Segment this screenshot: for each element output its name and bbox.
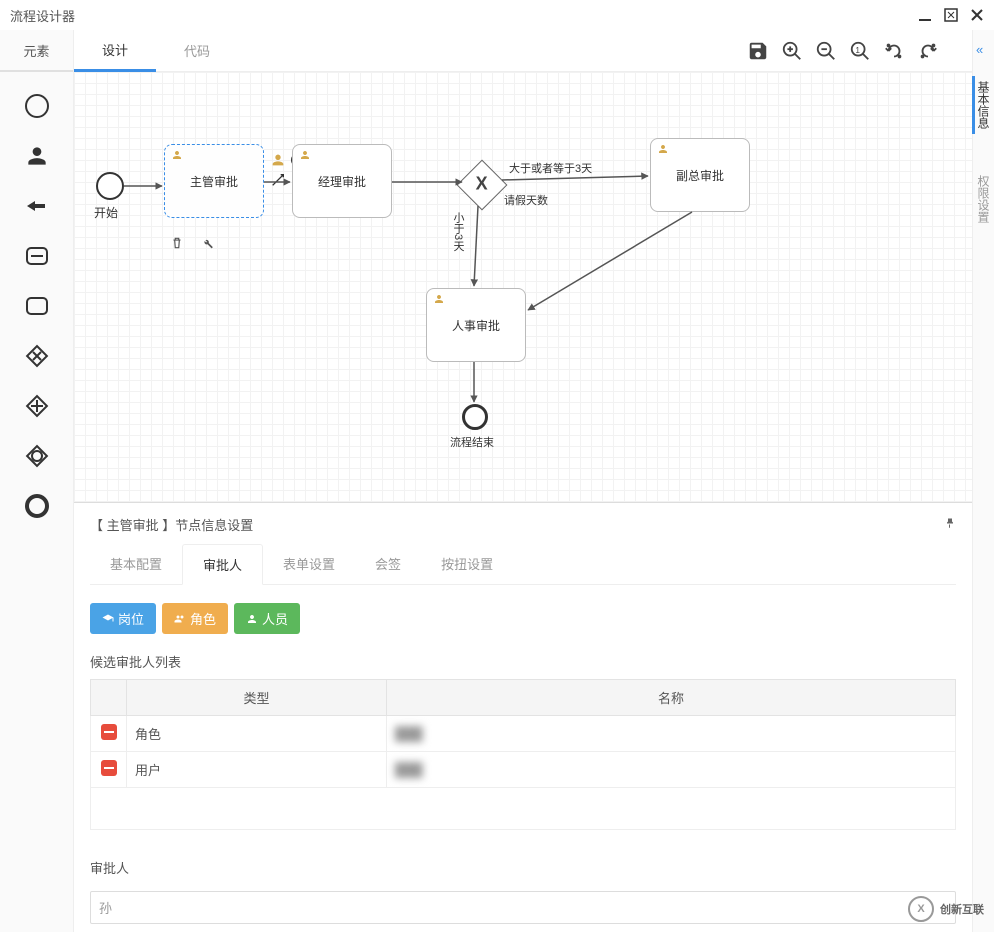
collapse-rail-icon[interactable]: « xyxy=(976,42,983,57)
btn-label: 岗位 xyxy=(118,609,144,628)
palette-inclusive-gateway-icon[interactable] xyxy=(23,442,51,470)
btn-label: 角色 xyxy=(190,609,216,628)
palette-parallel-gateway-icon[interactable] xyxy=(23,392,51,420)
palette-start-event-icon[interactable] xyxy=(23,92,51,120)
approver-label: 审批人 xyxy=(90,858,956,877)
palette-header: 元素 xyxy=(0,30,73,72)
palette-end-event-icon[interactable] xyxy=(23,492,51,520)
zoom-out-icon[interactable] xyxy=(812,37,840,65)
palette-exclusive-gateway-icon[interactable] xyxy=(23,342,51,370)
delete-row-icon[interactable] xyxy=(101,760,117,776)
palette-task-collapsed-icon[interactable] xyxy=(23,242,51,270)
col-type: 类型 xyxy=(127,680,387,716)
zoom-in-icon[interactable] xyxy=(778,37,806,65)
tab-basic-config[interactable]: 基本配置 xyxy=(90,544,182,584)
table-row xyxy=(91,788,956,830)
table-row: 用户 ███ xyxy=(91,752,956,788)
add-person-button[interactable]: 人员 xyxy=(234,603,300,634)
tab-countersign[interactable]: 会签 xyxy=(355,544,421,584)
watermark: X 创新互联 xyxy=(908,896,984,922)
candidate-table: 类型 名称 角色 ███ 用户 ███ xyxy=(90,679,956,830)
tab-form-config[interactable]: 表单设置 xyxy=(263,544,355,584)
delete-row-icon[interactable] xyxy=(101,724,117,740)
left-palette: 元素 xyxy=(0,30,74,932)
rail-tab-basic-info[interactable]: 基本信息 xyxy=(972,76,992,134)
window-title: 流程设计器 xyxy=(10,6,918,25)
minimize-icon[interactable] xyxy=(918,8,932,22)
maximize-icon[interactable] xyxy=(944,8,958,22)
tab-design[interactable]: 设计 xyxy=(74,30,156,72)
approver-input[interactable] xyxy=(90,891,956,924)
watermark-logo-icon: X xyxy=(908,896,934,922)
right-rail: « 基本信息 权限设置 xyxy=(972,30,994,932)
svg-text:1: 1 xyxy=(855,45,860,54)
save-icon[interactable] xyxy=(744,37,772,65)
zoom-reset-icon[interactable]: 1 xyxy=(846,37,874,65)
watermark-brand: 创新互联 xyxy=(940,901,984,917)
users-icon xyxy=(174,613,186,625)
tab-button-config[interactable]: 按扭设置 xyxy=(421,544,513,584)
graduation-cap-icon xyxy=(102,613,114,625)
add-role-button[interactable]: 角色 xyxy=(162,603,228,634)
row-name: ███ xyxy=(395,726,423,741)
row-type: 用户 xyxy=(127,752,387,788)
row-name: ███ xyxy=(395,762,423,777)
top-tabs-row: 设计 代码 1 xyxy=(74,30,972,72)
tab-approver[interactable]: 审批人 xyxy=(182,544,263,585)
titlebar: 流程设计器 xyxy=(0,0,994,30)
tab-code[interactable]: 代码 xyxy=(156,30,238,72)
row-type: 角色 xyxy=(127,716,387,752)
col-name: 名称 xyxy=(387,680,956,716)
bpmn-canvas[interactable]: 开始 主管审批 xyxy=(74,72,972,502)
palette-manual-task-icon[interactable] xyxy=(23,192,51,220)
add-post-button[interactable]: 岗位 xyxy=(90,603,156,634)
person-icon xyxy=(246,613,258,625)
palette-task-icon[interactable] xyxy=(23,292,51,320)
rail-tab-permission[interactable]: 权限设置 xyxy=(975,170,992,228)
close-icon[interactable] xyxy=(970,8,984,22)
bottom-panel: 【 主管审批 】节点信息设置 基本配置 审批人 表单设置 会签 按扭设置 岗位 xyxy=(74,502,972,932)
pin-icon[interactable] xyxy=(944,517,956,532)
redo-icon[interactable] xyxy=(914,37,942,65)
sequence-flows xyxy=(74,72,972,502)
candidate-list-label: 候选审批人列表 xyxy=(90,652,956,671)
btn-label: 人员 xyxy=(262,609,288,628)
table-row: 角色 ███ xyxy=(91,716,956,752)
panel-title: 【 主管审批 】节点信息设置 xyxy=(90,515,253,534)
undo-icon[interactable] xyxy=(880,37,908,65)
palette-user-task-icon[interactable] xyxy=(23,142,51,170)
